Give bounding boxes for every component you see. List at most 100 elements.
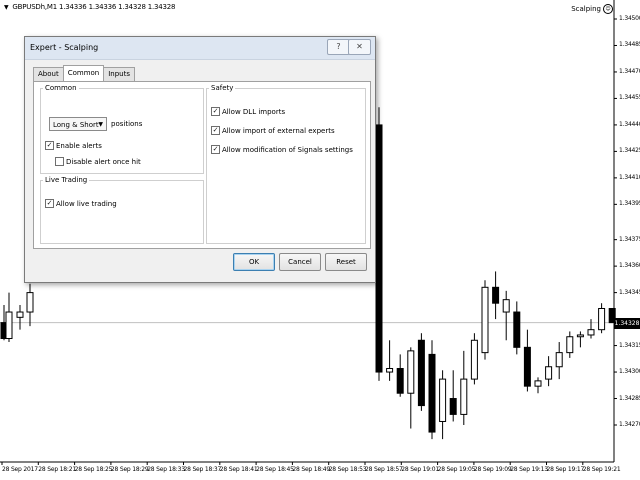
- time-tick-label: 28 Sep 18:37: [183, 466, 222, 473]
- price-tick-label: 1.34300: [619, 368, 640, 376]
- time-tick-label: 28 Sep 19:17: [546, 466, 585, 473]
- question-icon: ?: [336, 42, 341, 51]
- cancel-button[interactable]: Cancel: [279, 253, 321, 271]
- tab-common[interactable]: Common: [62, 65, 105, 81]
- ok-button[interactable]: OK: [233, 253, 275, 271]
- tab-inputs[interactable]: Inputs: [103, 67, 136, 81]
- safety-group: Safety ✓ Allow DLL imports ✓ Allow impor…: [206, 84, 366, 244]
- price-tick-label: 1.34455: [619, 94, 640, 102]
- expert-properties-dialog: Expert - Scalping ? ✕ About Common Input…: [24, 36, 376, 283]
- candle: [545, 356, 553, 387]
- price-tick-label: 1.34470: [619, 67, 640, 75]
- enable-alerts-label: Enable alerts: [56, 141, 102, 150]
- allow-live-trading-checkbox[interactable]: ✓ Allow live trading: [45, 199, 117, 208]
- candle-body-bullish: [386, 368, 394, 373]
- candle: [375, 107, 383, 381]
- candle: [587, 319, 595, 339]
- candle-body-bullish: [587, 329, 595, 336]
- candle-body-bullish: [16, 311, 24, 318]
- time-tick-label: 28 Sep 18:25: [74, 466, 113, 473]
- time-tick-label: 28 Sep 18:33: [147, 466, 185, 473]
- candle-body-bullish: [5, 311, 13, 340]
- candle: [492, 271, 500, 320]
- candle-body-bearish: [375, 124, 383, 373]
- candle-body-bearish: [417, 339, 425, 407]
- candle-body-bearish: [513, 311, 521, 348]
- smiley-icon: ☺: [603, 4, 613, 14]
- candle: [449, 370, 457, 422]
- positions-select[interactable]: Long & Short ▼: [49, 117, 107, 131]
- candle: [386, 340, 394, 381]
- candle: [16, 304, 24, 330]
- reset-button[interactable]: Reset: [325, 253, 367, 271]
- time-tick-label: 28 Sep 18:49: [292, 466, 331, 473]
- price-tick-label: 1.34425: [619, 147, 640, 155]
- price-tick-label: 1.34270: [619, 421, 640, 428]
- candle: [5, 292, 13, 343]
- candle-body-bullish: [566, 336, 574, 354]
- time-tick-label: 28 Sep 19:13: [510, 466, 548, 473]
- live-trading-group-title: Live Trading: [43, 176, 90, 184]
- tab-about[interactable]: About: [33, 67, 64, 81]
- candle: [555, 342, 563, 380]
- candle: [598, 303, 606, 334]
- disable-alert-once-hit-label: Disable alert once hit: [66, 157, 141, 166]
- checkbox-box[interactable]: ✓: [45, 199, 54, 208]
- checkbox-box[interactable]: ✓: [45, 141, 54, 150]
- safety-group-title: Safety: [209, 84, 236, 92]
- candle-body-bullish: [460, 378, 468, 415]
- positions-label: positions: [111, 120, 143, 128]
- candle: [534, 377, 542, 394]
- time-tick-label: 28 Sep 19:01: [401, 466, 439, 473]
- candle-body-bullish: [481, 286, 489, 354]
- checkbox-box[interactable]: ✓: [211, 126, 220, 135]
- candle: [576, 331, 584, 348]
- candle: [417, 333, 425, 411]
- expert-advisor-label[interactable]: Scalping ☺: [571, 4, 613, 14]
- candle-body-bullish: [598, 307, 606, 331]
- candle: [523, 329, 531, 392]
- candle: [460, 350, 468, 425]
- price-tick-label: 1.34485: [619, 41, 640, 49]
- checkbox-box[interactable]: ✓: [211, 145, 220, 154]
- candle: [439, 370, 447, 440]
- allow-dll-imports-checkbox[interactable]: ✓ Allow DLL imports: [211, 107, 285, 116]
- allow-dll-imports-label: Allow DLL imports: [222, 107, 286, 116]
- price-tick-label: 1.34500: [619, 15, 640, 22]
- candle-body-bullish: [555, 352, 563, 368]
- checkbox-box[interactable]: ✓: [211, 107, 220, 116]
- candle-body-bullish: [439, 378, 447, 422]
- common-group: Common Long & Short ▼ positions ✓ Enable…: [40, 84, 204, 174]
- candle: [481, 280, 489, 360]
- candle: [566, 331, 574, 358]
- time-tick-label: 28 Sep 19:21: [582, 466, 621, 473]
- candle-body-bearish: [428, 353, 436, 433]
- candle-body-bearish: [492, 286, 500, 304]
- price-tick-label: 1.34315: [619, 341, 640, 349]
- enable-alerts-checkbox[interactable]: ✓ Enable alerts: [45, 141, 102, 150]
- help-button[interactable]: ?: [327, 39, 350, 55]
- candle-body-bullish: [407, 350, 415, 394]
- expert-name: Scalping: [571, 5, 601, 13]
- candle: [396, 354, 404, 397]
- chart-menu-arrow-icon[interactable]: ▼: [4, 4, 9, 11]
- dialog-titlebar[interactable]: Expert - Scalping ? ✕: [25, 37, 375, 60]
- common-tab-panel: Common Long & Short ▼ positions ✓ Enable…: [33, 81, 371, 249]
- checkbox-box[interactable]: [55, 157, 64, 166]
- time-tick-label: 28 Sep 18:45: [256, 466, 294, 473]
- live-trading-group: Live Trading ✓ Allow live trading: [40, 176, 204, 244]
- candle: [407, 347, 415, 429]
- dialog-tabs: About Common Inputs: [33, 65, 136, 81]
- close-button[interactable]: ✕: [348, 39, 371, 55]
- candle-body-bullish: [534, 380, 542, 387]
- close-icon: ✕: [356, 42, 363, 51]
- candle-body-bullish: [576, 334, 584, 338]
- price-tick-label: 1.34285: [619, 394, 640, 402]
- candle-body-bullish: [545, 366, 553, 380]
- candle: [428, 340, 436, 440]
- disable-alert-once-hit-checkbox[interactable]: Disable alert once hit: [55, 157, 141, 166]
- allow-import-external-experts-checkbox[interactable]: ✓ Allow import of external experts: [211, 126, 335, 135]
- candle-body-bearish: [449, 398, 457, 415]
- common-group-title: Common: [43, 84, 79, 92]
- allow-modification-signals-checkbox[interactable]: ✓ Allow modification of Signals settings: [211, 145, 353, 154]
